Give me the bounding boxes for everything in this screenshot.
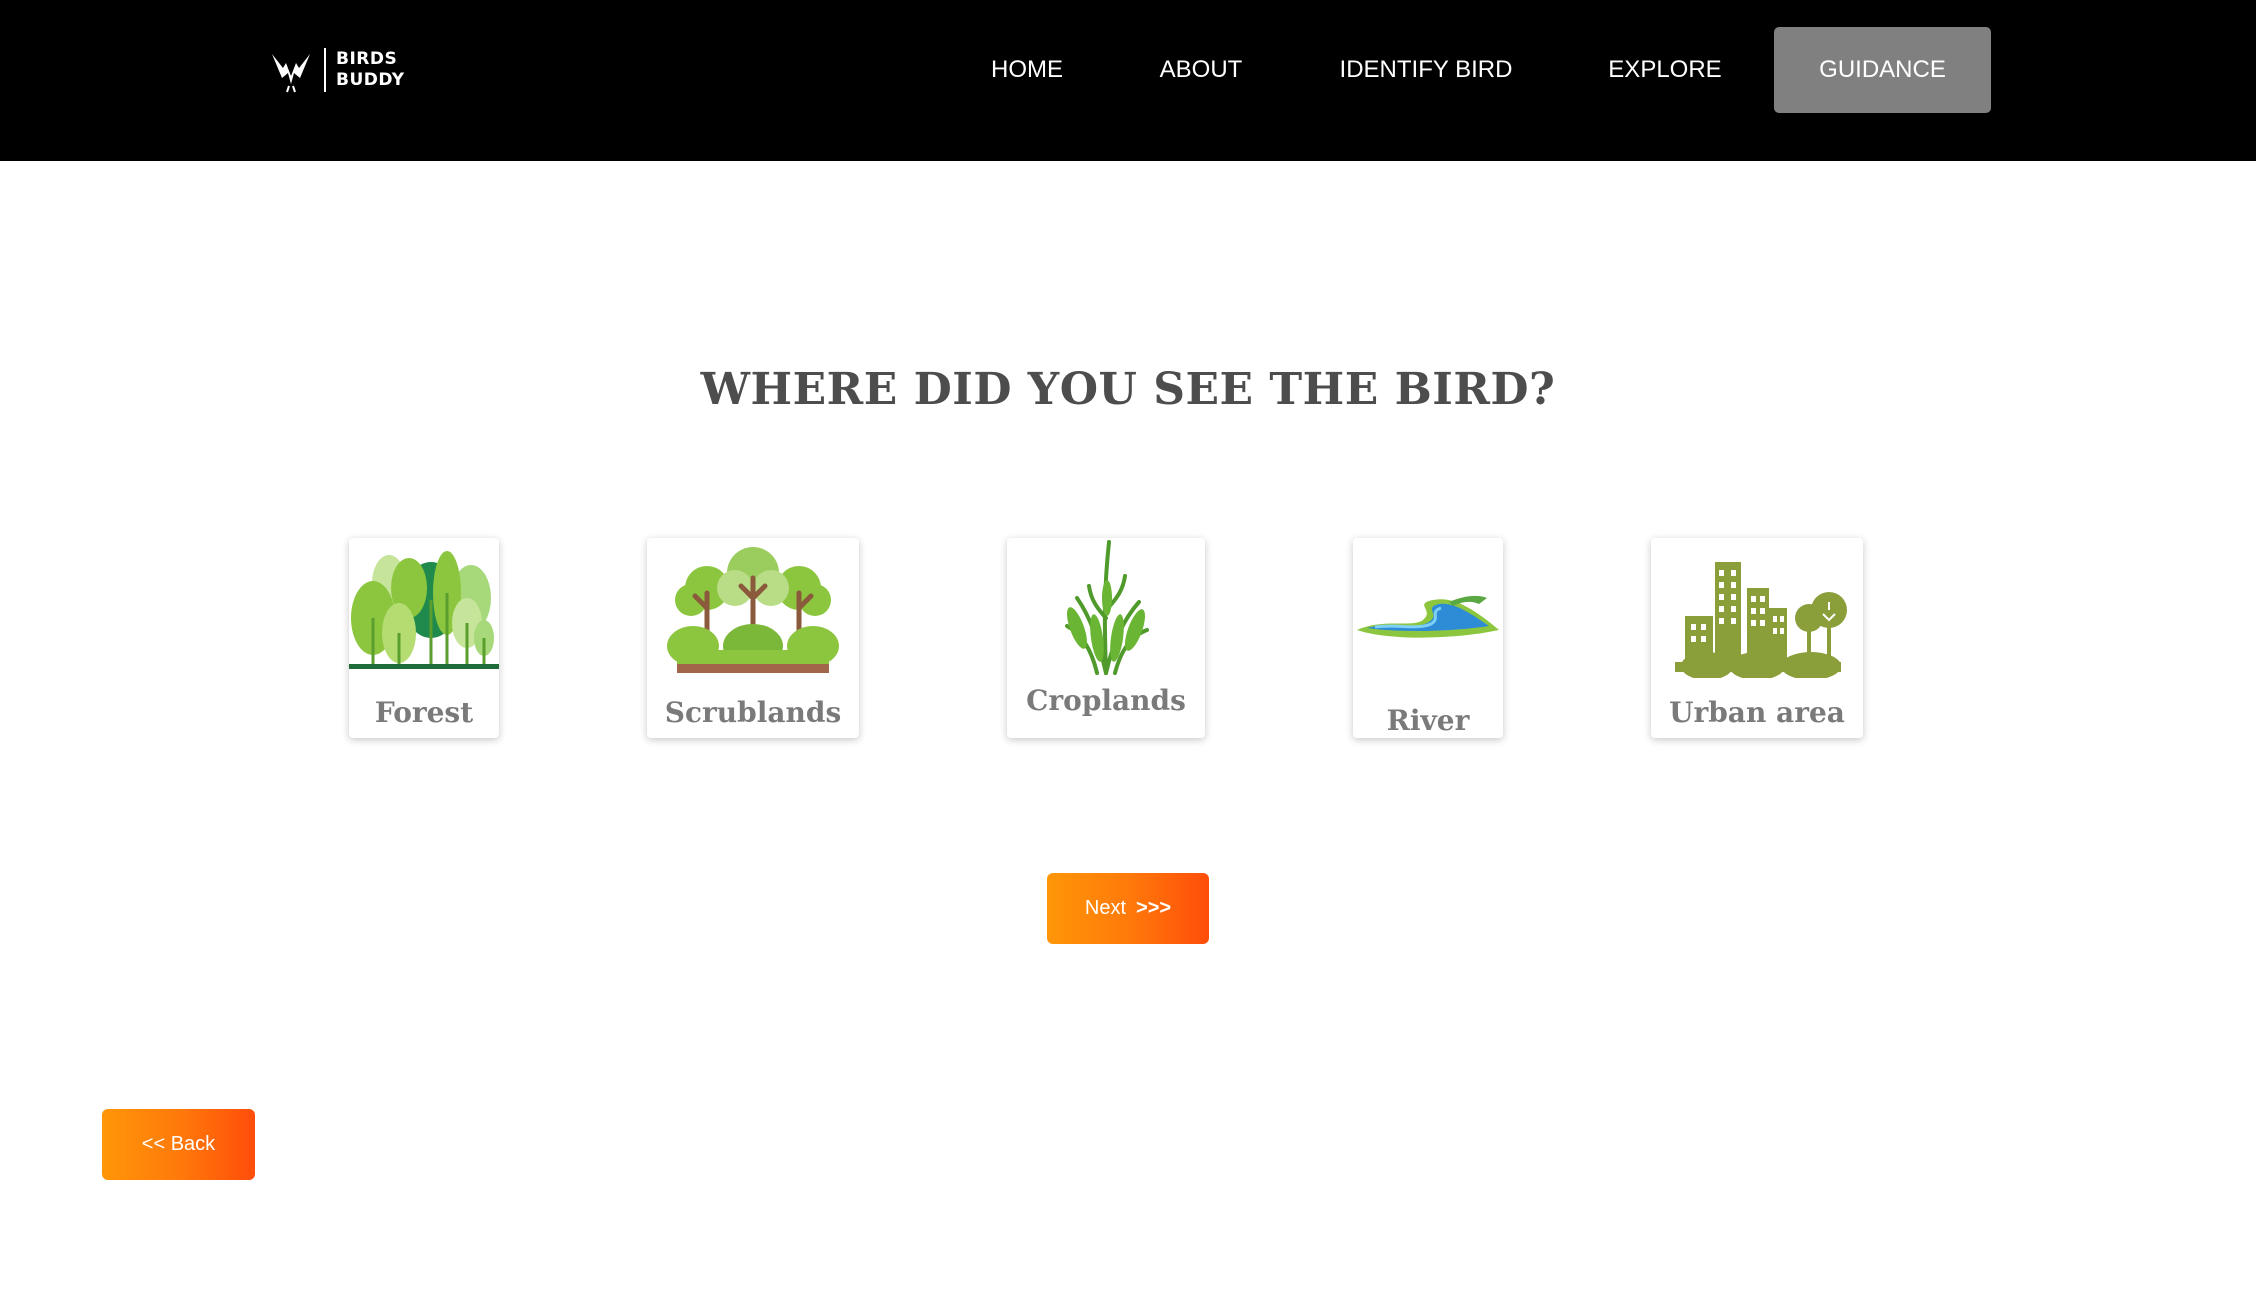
river-icon — [1357, 595, 1499, 638]
scrublands-icon — [667, 547, 839, 673]
habitat-card-urban-area[interactable]: Urban area — [1651, 538, 1863, 738]
habitat-label-croplands: Croplands — [1026, 684, 1186, 717]
next-arrows: >>> — [1136, 897, 1172, 919]
nav-home[interactable]: HOME — [970, 27, 1084, 113]
habitat-card-scrublands[interactable]: Scrublands — [647, 538, 859, 738]
next-button[interactable]: Next >>> — [1047, 873, 1209, 944]
top-navbar: BIRDS BUDDY HOME ABOUT IDENTIFY BIRD EXP… — [0, 0, 2256, 161]
croplands-icon — [1065, 540, 1149, 675]
habitat-label-urban-area: Urban area — [1669, 696, 1845, 729]
nav-identify-bird[interactable]: IDENTIFY BIRD — [1321, 27, 1531, 113]
forest-icon — [349, 551, 499, 669]
habitat-card-forest[interactable]: Forest — [349, 538, 499, 738]
page-question-heading: WHERE DID YOU SEE THE BIRD? — [700, 364, 1556, 415]
main-nav: HOME ABOUT IDENTIFY BIRD EXPLORE GUIDANC… — [0, 0, 2256, 161]
habitat-card-river[interactable]: River — [1353, 538, 1503, 738]
nav-guidance[interactable]: GUIDANCE — [1774, 27, 1991, 113]
habitat-card-croplands[interactable]: Croplands — [1007, 538, 1205, 738]
habitat-label-forest: Forest — [374, 696, 474, 729]
nav-explore[interactable]: EXPLORE — [1597, 27, 1733, 113]
back-button[interactable]: << Back — [102, 1109, 255, 1180]
next-button-label: Next — [1084, 897, 1127, 919]
nav-about[interactable]: ABOUT — [1148, 27, 1254, 113]
habitat-label-river: River — [1386, 704, 1470, 737]
urban-area-icon — [1675, 562, 1847, 678]
habitat-label-scrublands: Scrublands — [664, 696, 842, 729]
